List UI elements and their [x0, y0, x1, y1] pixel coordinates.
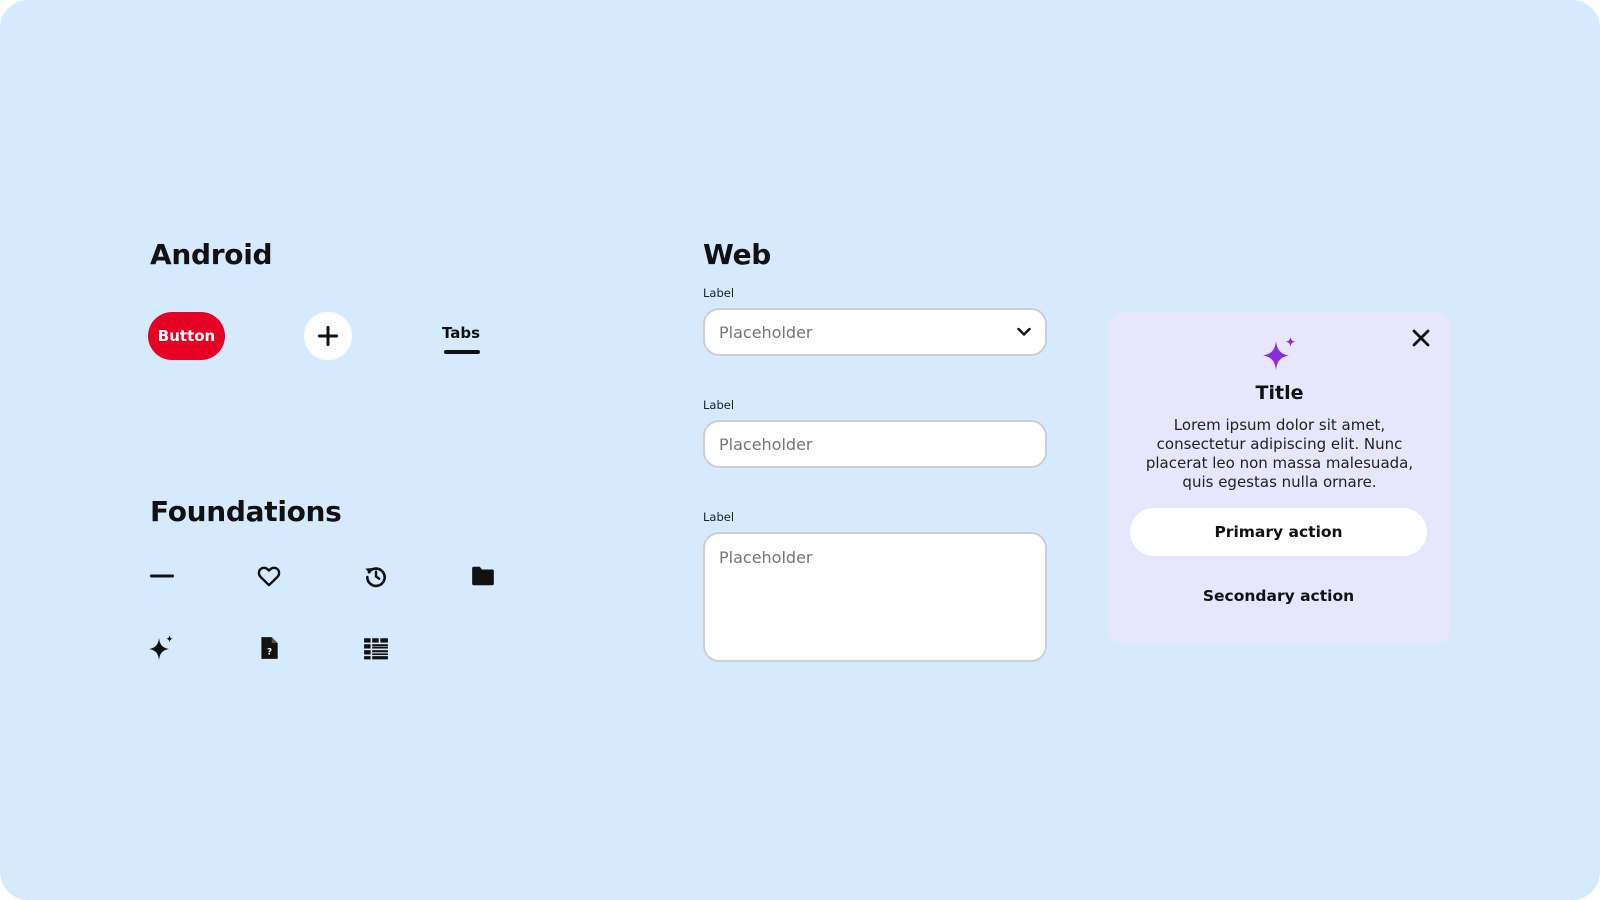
heart-icon — [255, 562, 283, 590]
card-title: Title — [1255, 382, 1304, 404]
list-grid-icon — [362, 634, 390, 662]
select-dropdown[interactable]: Placeholder — [703, 308, 1047, 356]
secondary-action-button[interactable]: Secondary action — [1130, 572, 1427, 620]
file-question-icon: ? — [255, 634, 283, 662]
tab-tabs[interactable]: Tabs — [442, 324, 480, 342]
sparkle-icon — [1263, 336, 1296, 370]
close-button[interactable] — [1407, 324, 1435, 352]
web-section-title: Web — [703, 238, 772, 271]
primary-button[interactable]: Button — [148, 312, 225, 360]
select-placeholder: Placeholder — [719, 322, 813, 342]
folder-icon — [469, 562, 497, 590]
textarea-label: Label — [703, 510, 735, 524]
primary-action-button[interactable]: Primary action — [1130, 508, 1427, 556]
plus-icon — [318, 326, 338, 346]
foundations-section-title: Foundations — [150, 495, 342, 528]
close-icon — [1412, 329, 1430, 347]
svg-text:?: ? — [267, 648, 272, 658]
input-label: Label — [703, 398, 735, 412]
chevron-down-icon — [1017, 327, 1031, 336]
android-section-title: Android — [150, 238, 273, 271]
history-icon — [362, 562, 390, 590]
add-fab-button[interactable] — [304, 312, 352, 360]
textarea-field[interactable]: Placeholder — [703, 532, 1047, 662]
text-input[interactable]: Placeholder — [703, 420, 1047, 468]
textarea-placeholder: Placeholder — [719, 548, 813, 567]
tab-active-indicator — [444, 350, 480, 354]
upsell-card: Title Lorem ipsum dolor sit amet, consec… — [1108, 312, 1451, 644]
minus-icon — [148, 562, 176, 590]
canvas: Android Button Tabs Foundations ? Web La… — [0, 0, 1600, 900]
select-label: Label — [703, 286, 735, 300]
sparkle-icon — [148, 634, 176, 662]
input-placeholder: Placeholder — [719, 434, 813, 454]
card-body: Lorem ipsum dolor sit amet, consectetur … — [1145, 416, 1414, 491]
